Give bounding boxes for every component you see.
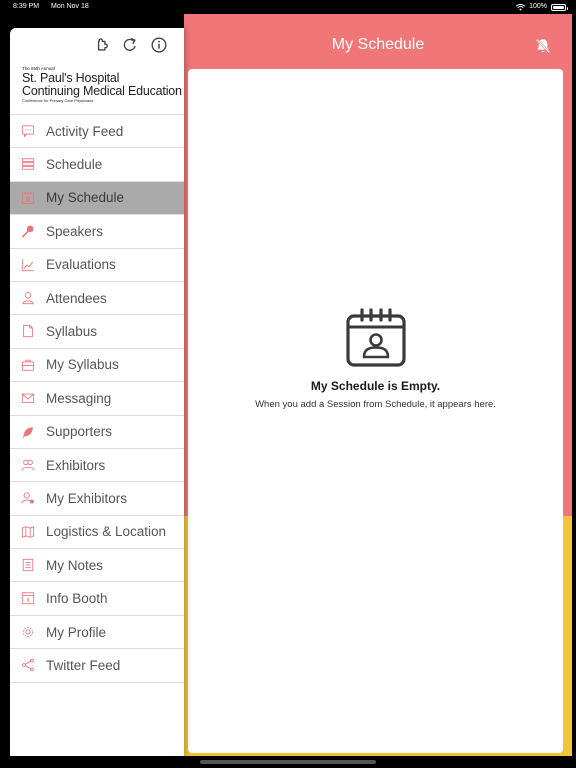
content-card: My Schedule is Empty. When you add a Ses… [188, 69, 563, 753]
sidebar-item-twitter-feed[interactable]: Twitter Feed [10, 649, 184, 683]
sidebar-item-evaluations[interactable]: Evaluations [10, 249, 184, 282]
sidebar-item-label: Speakers [46, 223, 104, 239]
logo-line-3: Continuing Medical Education [22, 84, 182, 98]
sidebar-item-messaging[interactable]: Messaging [10, 382, 184, 416]
sidebar-item-label: Info Booth [46, 591, 108, 607]
chat-icon [21, 125, 35, 138]
sidebar-item-label: My Notes [46, 557, 104, 573]
my-exhibitors-icon [21, 492, 34, 504]
sidebar-item-syllabus[interactable]: Syllabus [10, 315, 184, 349]
sidebar-item-label: Exhibitors [46, 457, 106, 473]
info-booth-icon [21, 592, 35, 605]
sidebar-item-label: Logistics & Location [46, 524, 167, 540]
sidebar-item-activity-feed[interactable]: Activity Feed [10, 115, 184, 149]
envelope-icon [21, 393, 35, 403]
sidebar-item-schedule[interactable]: Schedule [10, 148, 184, 182]
bell-off-icon[interactable] [534, 37, 552, 55]
wifi-icon [516, 3, 526, 11]
sidebar: The 65th Annual St. Paul's Hospital Cont… [10, 28, 184, 756]
sidebar-item-label: Attendees [46, 290, 107, 306]
notes-icon [22, 558, 34, 572]
sidebar-item-my-notes[interactable]: My Notes [10, 549, 184, 583]
sidebar-item-my-schedule[interactable]: My Schedule [10, 181, 184, 216]
sidebar-item-my-exhibitors[interactable]: My Exhibitors [10, 482, 184, 516]
refresh-icon[interactable] [121, 36, 139, 54]
status-time: 8:39 PM [13, 3, 40, 10]
schedule-icon [21, 158, 35, 171]
empty-state-title: My Schedule is Empty. [310, 379, 441, 393]
sidebar-item-label: Syllabus [46, 324, 98, 340]
empty-state-subtitle: When you add a Session from Schedule, it… [255, 399, 496, 410]
leaf-icon [22, 426, 33, 438]
my-schedule-icon [21, 191, 35, 204]
puzzle-icon[interactable] [95, 36, 113, 54]
sidebar-item-my-syllabus[interactable]: My Syllabus [10, 349, 184, 383]
sidebar-item-label: My Syllabus [46, 357, 119, 373]
home-indicator[interactable] [200, 760, 376, 764]
sidebar-item-exhibitors[interactable]: Exhibitors [10, 449, 184, 483]
sidebar-item-label: Activity Feed [46, 123, 124, 139]
main-header: My Schedule [184, 14, 572, 66]
sidebar-item-logistics-location[interactable]: Logistics & Location [10, 516, 184, 550]
briefcase-icon [21, 359, 35, 371]
sidebar-item-attendees[interactable]: Attendees [10, 282, 184, 316]
microphone-icon [21, 225, 34, 238]
sidebar-item-label: Schedule [46, 157, 103, 173]
page-title: My Schedule [331, 36, 425, 53]
exhibitors-icon [21, 459, 35, 471]
map-icon [21, 526, 35, 538]
battery-icon [551, 3, 568, 11]
share-icon [22, 659, 34, 672]
sidebar-nav: Activity Feed Schedule My Schedule Speak… [10, 114, 184, 683]
logo-line-4: Conference for Primary Care Physicians [22, 98, 94, 103]
sidebar-toolbar [94, 36, 184, 54]
sidebar-item-label: My Profile [46, 624, 107, 640]
sidebar-item-my-profile[interactable]: My Profile [10, 616, 184, 650]
sidebar-item-label: Twitter Feed [46, 657, 121, 673]
sidebar-item-label: Evaluations [46, 257, 116, 273]
chart-icon [21, 258, 34, 271]
info-icon[interactable] [150, 36, 168, 54]
sidebar-item-label: Messaging [46, 390, 112, 406]
battery-percent: 100% [529, 3, 547, 10]
person-icon [22, 292, 34, 305]
sidebar-item-label: Supporters [46, 424, 113, 440]
conference-logo: The 65th Annual St. Paul's Hospital Cont… [22, 66, 182, 110]
document-icon [23, 325, 33, 338]
sidebar-item-info-booth[interactable]: Info Booth [10, 582, 184, 616]
sidebar-item-supporters[interactable]: Supporters [10, 416, 184, 449]
main-panel: My Schedule My Schedule is Empty. When y… [184, 14, 572, 756]
gear-icon [23, 626, 33, 637]
status-bar: 8:39 PM Mon Nov 18 100% [0, 0, 576, 14]
sidebar-item-speakers[interactable]: Speakers [10, 215, 184, 249]
empty-calendar-person-icon [346, 308, 406, 367]
status-date: Mon Nov 18 [51, 3, 89, 10]
sidebar-item-label: My Exhibitors [46, 490, 128, 506]
sidebar-item-label: My Schedule [46, 190, 125, 206]
